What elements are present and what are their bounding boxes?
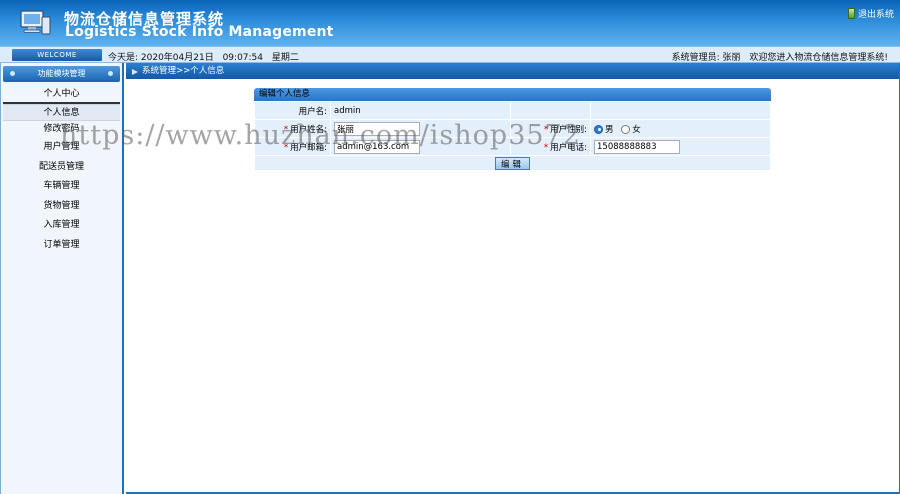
welcome-label: WELCOME	[37, 51, 77, 59]
sidebar-header: 功能模块管理	[3, 66, 120, 82]
username-value: admin	[330, 101, 511, 120]
edit-button[interactable]: 编辑	[494, 156, 530, 170]
gender-female-radio[interactable]	[621, 124, 631, 134]
current-weekday: 星期二	[271, 53, 299, 63]
main-content: 系统管理>>个人信息 编辑个人信息 用户名: admin * 用户姓名: 张丽 …	[126, 63, 900, 494]
email-input[interactable]	[334, 139, 420, 154]
gender-female-label: 女	[632, 124, 641, 135]
phone-input[interactable]	[594, 139, 680, 154]
edit-profile-panel: 编辑个人信息 用户名: admin *用户姓名: *用户性别:	[254, 88, 771, 171]
realname-input[interactable]	[334, 121, 420, 136]
bullet-icon	[108, 71, 113, 76]
sidebar: 功能模块管理 个人中心 个人信息 修改密码 用户管理 配送员管理 车辆管理 货物…	[0, 63, 124, 494]
current-datetime: 今天是: 2020年04月21日 09:07:54 星期二	[108, 50, 305, 63]
breadcrumb-text: 系统管理>>个人信息	[142, 66, 225, 76]
sidebar-item-vehicle-management[interactable]: 车辆管理	[1, 177, 122, 197]
required-mark: *	[283, 142, 289, 153]
sidebar-item-goods-management[interactable]: 货物管理	[1, 197, 122, 217]
profile-form: 用户名: admin *用户姓名: *用户性别: 男 女	[254, 101, 771, 171]
sidebar-item-user-management[interactable]: 用户管理	[1, 138, 122, 158]
required-mark: *	[543, 124, 549, 135]
phone-label: * 用户电话:	[510, 137, 591, 156]
sidebar-item-courier-management[interactable]: 配送员管理	[1, 158, 122, 178]
email-label: * 用户邮箱:	[254, 137, 331, 156]
sidebar-item-order-management[interactable]: 订单管理	[1, 236, 122, 256]
admin-name: 系统管理员: 张丽	[671, 53, 741, 63]
logout-label: 退出系统	[857, 10, 894, 20]
door-icon	[847, 8, 855, 19]
app-title-en: Logistics Stock Info Management	[65, 24, 334, 40]
app-header: 物流仓储信息管理系统 Logistics Stock Info Manageme…	[0, 0, 900, 46]
welcome-message: 欢迎您进入物流仓储信息管理系统!	[749, 53, 888, 63]
realname-label: * 用户姓名:	[254, 119, 331, 138]
panel-title: 编辑个人信息	[254, 88, 771, 101]
logout-button[interactable]: 退出系统	[847, 7, 894, 20]
gender-male-radio[interactable]	[594, 124, 603, 134]
sidebar-item-personal-info[interactable]: 个人信息	[3, 104, 120, 121]
sidebar-item-inbound-management[interactable]: 入库管理	[1, 216, 122, 236]
required-mark: *	[283, 124, 289, 135]
current-time: 09:07:54	[222, 53, 263, 63]
sidebar-group-personal-center[interactable]: 个人中心	[3, 84, 120, 104]
gender-label: * 用户性别:	[510, 119, 591, 138]
user-info: 系统管理员: 张丽 欢迎您进入物流仓储信息管理系统!	[666, 50, 888, 63]
computer-icon	[20, 10, 51, 35]
info-bar: WELCOME 今天是: 2020年04月21日 09:07:54 星期二 系统…	[0, 46, 900, 63]
current-date: 今天是: 2020年04月21日	[108, 53, 214, 63]
required-mark: *	[543, 142, 549, 153]
breadcrumb: 系统管理>>个人信息	[126, 63, 899, 79]
gender-male-label: 男	[605, 124, 614, 135]
arrow-right-icon	[132, 69, 138, 75]
bullet-icon	[10, 71, 15, 76]
sidebar-item-change-password[interactable]: 修改密码	[3, 121, 120, 138]
welcome-badge: WELCOME	[12, 49, 102, 61]
username-label: 用户名:	[254, 101, 331, 120]
sidebar-header-label: 功能模块管理	[37, 69, 86, 78]
